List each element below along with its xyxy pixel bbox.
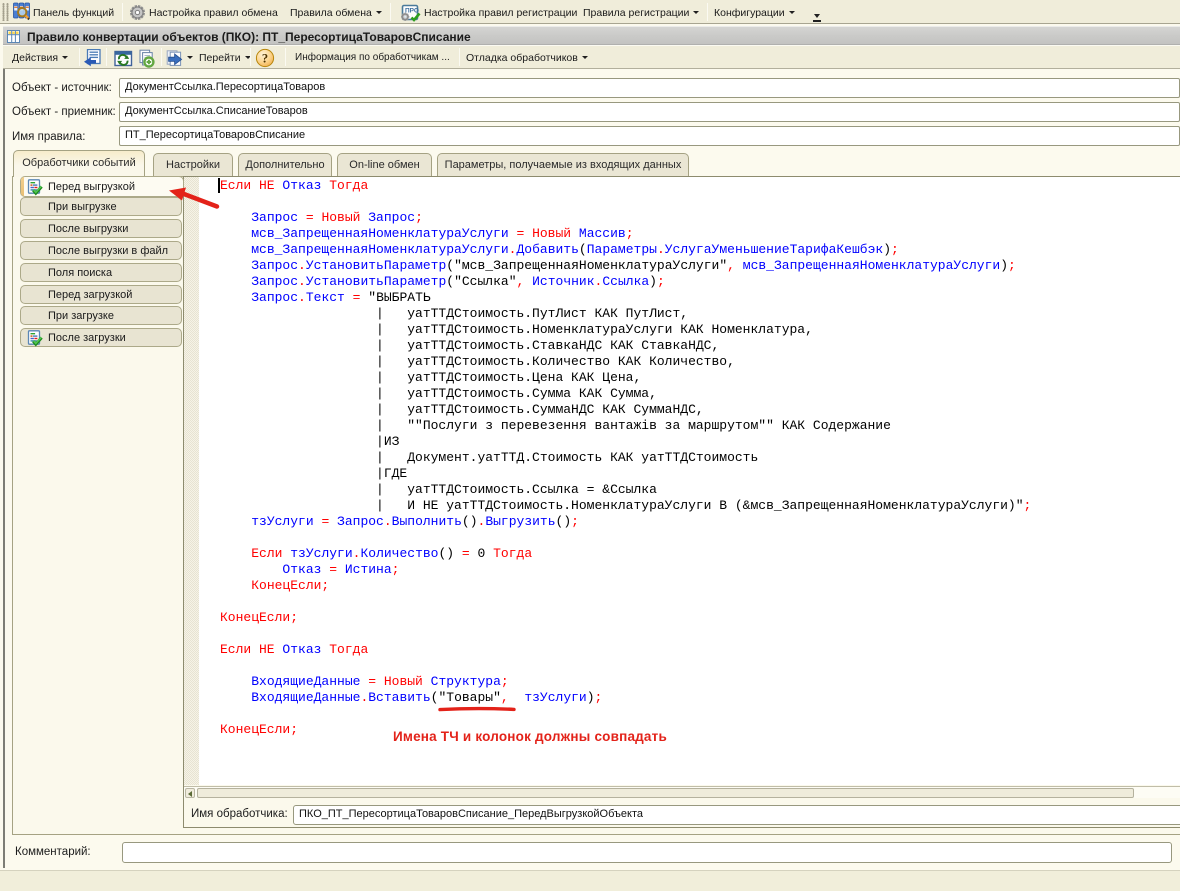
svg-text:?: ? xyxy=(262,51,268,65)
svg-text:ПРО: ПРО xyxy=(405,8,419,15)
